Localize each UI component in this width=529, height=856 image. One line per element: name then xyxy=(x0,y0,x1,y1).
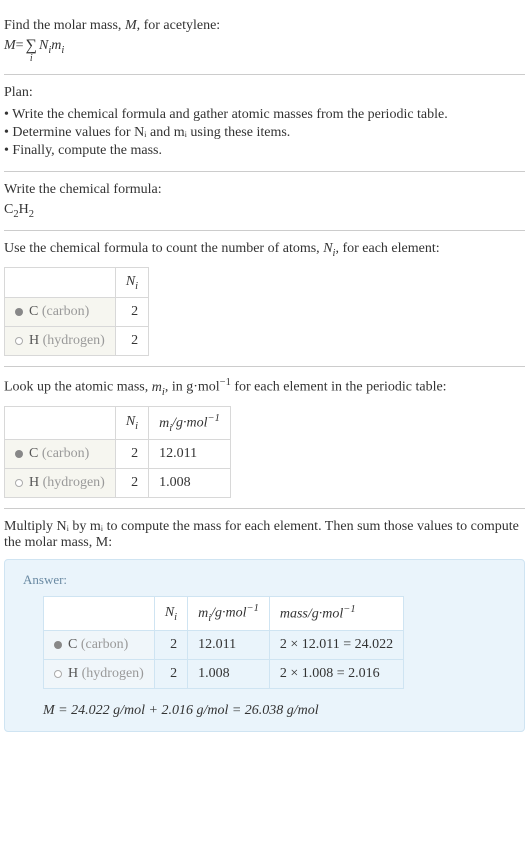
mass-value: 2 × 12.011 = 24.022 xyxy=(269,630,403,659)
bullet-filled-icon xyxy=(15,308,23,316)
bullet-hollow-icon xyxy=(54,670,62,678)
header-empty xyxy=(5,267,116,298)
mi-value: 1.008 xyxy=(149,469,231,498)
eq-lhs: M xyxy=(4,38,16,54)
plan-list: • Write the chemical formula and gather … xyxy=(4,107,525,159)
header-empty xyxy=(44,597,155,630)
count-section: Use the chemical formula to count the nu… xyxy=(4,231,525,368)
intro-section: Find the molar mass, M, for acetylene: M… xyxy=(4,8,525,75)
intro-text: Find the molar mass, xyxy=(4,18,125,33)
chemical-formula-section: Write the chemical formula: C2H2 xyxy=(4,172,525,231)
sigma-symbol: ∑ xyxy=(26,38,37,54)
mi-value: 12.011 xyxy=(149,440,231,469)
header-ni: Ni xyxy=(115,267,148,298)
ni-value: 2 xyxy=(154,630,187,659)
plan-item: • Write the chemical formula and gather … xyxy=(4,107,525,123)
table-row: C (carbon) 2 12.011 2 × 12.011 = 24.022 xyxy=(44,630,404,659)
answer-table: Ni mi/g·mol−1 mass/g·mol−1 C (carbon) 2 … xyxy=(43,596,404,688)
header-mi: mi/g·mol−1 xyxy=(149,406,231,439)
sigma-icon: ∑ i xyxy=(26,38,37,64)
element-cell: C (carbon) xyxy=(44,630,155,659)
element-cell: C (carbon) xyxy=(5,440,116,469)
mass-value: 2 × 1.008 = 2.016 xyxy=(269,659,403,688)
header-empty xyxy=(5,406,116,439)
bullet-filled-icon xyxy=(15,450,23,458)
answer-section: Multiply Nᵢ by mᵢ to compute the mass fo… xyxy=(4,509,525,741)
final-equation: M = 24.022 g/mol + 2.016 g/mol = 26.038 … xyxy=(43,703,506,719)
bullet-hollow-icon xyxy=(15,479,23,487)
plan-item: • Finally, compute the mass. xyxy=(4,143,525,159)
eq-Ni: Ni xyxy=(39,38,51,56)
table-header-row: Ni xyxy=(5,267,149,298)
mass-section: Look up the atomic mass, mi, in g·mol−1 … xyxy=(4,367,525,509)
chemical-formula: C2H2 xyxy=(4,202,525,220)
eq-equals: = xyxy=(16,38,24,54)
count-heading: Use the chemical formula to count the nu… xyxy=(4,241,525,259)
ni-value: 2 xyxy=(154,659,187,688)
answer-box: Answer: Ni mi/g·mol−1 mass/g·mol−1 C (ca… xyxy=(4,559,525,731)
sigma-index: i xyxy=(30,54,33,64)
bullet-hollow-icon xyxy=(15,337,23,345)
intro-equation: M = ∑ i Nimi xyxy=(4,38,525,64)
header-mi: mi/g·mol−1 xyxy=(188,597,270,630)
bullet-filled-icon xyxy=(54,641,62,649)
ni-value: 2 xyxy=(115,327,148,356)
ni-value: 2 xyxy=(115,298,148,327)
plan-section: Plan: • Write the chemical formula and g… xyxy=(4,75,525,172)
mass-heading: Look up the atomic mass, mi, in g·mol−1 … xyxy=(4,377,525,397)
mass-table: Ni mi/g·mol−1 C (carbon) 2 12.011 H (hyd… xyxy=(4,406,231,498)
answer-label: Answer: xyxy=(23,572,506,588)
element-cell: H (hydrogen) xyxy=(5,327,116,356)
table-row: C (carbon) 2 xyxy=(5,298,149,327)
mi-value: 12.011 xyxy=(188,630,270,659)
table-header-row: Ni mi/g·mol−1 mass/g·mol−1 xyxy=(44,597,404,630)
table-row: H (hydrogen) 2 xyxy=(5,327,149,356)
element-cell: H (hydrogen) xyxy=(44,659,155,688)
table-row: H (hydrogen) 2 1.008 2 × 1.008 = 2.016 xyxy=(44,659,404,688)
element-cell: H (hydrogen) xyxy=(5,469,116,498)
var-M: M xyxy=(125,18,137,33)
ni-value: 2 xyxy=(115,469,148,498)
ni-value: 2 xyxy=(115,440,148,469)
table-header-row: Ni mi/g·mol−1 xyxy=(5,406,231,439)
count-table: Ni C (carbon) 2 H (hydrogen) 2 xyxy=(4,267,149,357)
intro-line: Find the molar mass, M, for acetylene: xyxy=(4,18,525,34)
header-mass: mass/g·mol−1 xyxy=(269,597,403,630)
plan-heading: Plan: xyxy=(4,85,525,101)
plan-item: • Determine values for Nᵢ and mᵢ using t… xyxy=(4,125,525,141)
element-cell: C (carbon) xyxy=(5,298,116,327)
header-ni: Ni xyxy=(115,406,148,439)
intro-text2: , for acetylene: xyxy=(137,18,221,33)
formula-heading: Write the chemical formula: xyxy=(4,182,525,198)
mi-value: 1.008 xyxy=(188,659,270,688)
table-row: C (carbon) 2 12.011 xyxy=(5,440,231,469)
table-row: H (hydrogen) 2 1.008 xyxy=(5,469,231,498)
eq-mi: mi xyxy=(51,38,64,56)
multiply-heading: Multiply Nᵢ by mᵢ to compute the mass fo… xyxy=(4,519,525,551)
header-ni: Ni xyxy=(154,597,187,630)
